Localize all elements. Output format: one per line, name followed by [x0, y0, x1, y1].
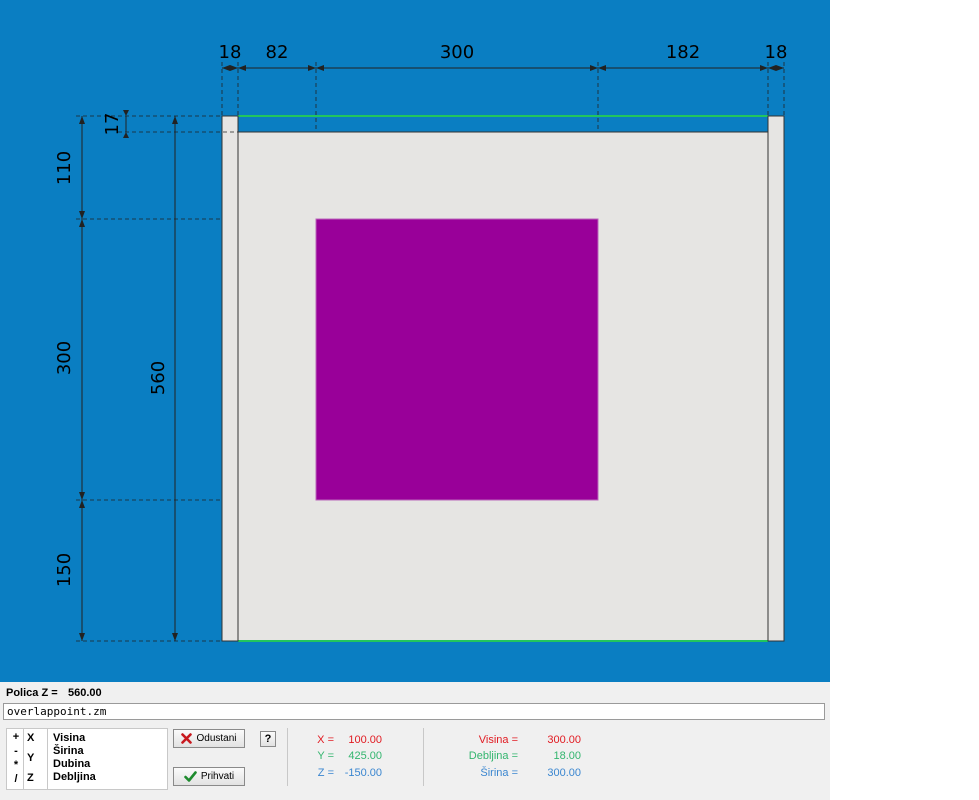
checkmark-icon: [184, 771, 197, 782]
coord-z-label: Z =: [317, 767, 334, 779]
dim-top-left-side: 18: [219, 42, 242, 63]
dim-left-lower-gap: 150: [54, 553, 75, 587]
separator: [287, 728, 288, 786]
bottom-panel: Polica Z = 560.00 + - * / X Y Z Visina Š…: [0, 682, 830, 800]
prop-dubina[interactable]: Dubina: [53, 758, 90, 770]
command-input[interactable]: [3, 703, 825, 720]
op-plus[interactable]: +: [12, 731, 20, 743]
op-multiply[interactable]: *: [12, 759, 20, 771]
separator: [423, 728, 424, 786]
debljina-label: Debljina =: [468, 750, 518, 762]
visina-label: Visina =: [478, 734, 518, 746]
dim-left-upper-gap: 110: [54, 151, 75, 185]
close-icon: [181, 733, 193, 744]
left-side-panel[interactable]: [221, 115, 239, 642]
cancel-button[interactable]: Odustani: [173, 729, 245, 748]
dim-left-shelf-height: 300: [54, 341, 75, 375]
right-side-panel[interactable]: [767, 115, 785, 642]
cabinet-drawing[interactable]: 18 82 300 182 18 17 110 300 150 560: [0, 0, 830, 682]
axis-y[interactable]: Y: [27, 752, 34, 764]
help-button[interactable]: ?: [260, 731, 276, 747]
coord-x-label: X =: [317, 734, 334, 746]
prop-visina[interactable]: Visina: [53, 732, 85, 744]
dim-top-left-gap: 82: [266, 42, 289, 63]
dim-total-height: 560: [148, 361, 169, 395]
operator-divider: [23, 729, 24, 789]
accept-button[interactable]: Prihvati: [173, 767, 245, 786]
op-divide[interactable]: /: [12, 773, 20, 785]
operator-table: + - * / X Y Z Visina Širina Dubina Deblj…: [6, 728, 168, 790]
dim-left-top-board: 17: [102, 113, 123, 136]
dim-top-shelf-width: 300: [440, 42, 474, 63]
cancel-button-label: Odustani: [196, 733, 237, 744]
dim-top-right-gap: 182: [666, 42, 700, 63]
sirina-value: 300.00: [547, 767, 581, 779]
axis-x[interactable]: X: [27, 732, 34, 744]
top-board[interactable]: [237, 115, 769, 133]
sirina-label: Širina =: [480, 767, 518, 779]
op-minus[interactable]: -: [12, 745, 20, 757]
status-value: 560.00: [68, 687, 102, 699]
status-label: Polica Z =: [6, 687, 58, 699]
drawing-canvas[interactable]: 18 82 300 182 18 17 110 300 150 560: [0, 0, 830, 682]
coord-z-value: -150.00: [344, 767, 382, 779]
coord-y-label: Y =: [317, 750, 334, 762]
coord-y-value: 425.00: [348, 750, 382, 762]
prop-debljina[interactable]: Debljina: [53, 771, 96, 783]
dim-top-right-side: 18: [765, 42, 788, 63]
accept-button-label: Prihvati: [200, 771, 235, 782]
shelf-panel[interactable]: [315, 218, 599, 501]
prop-sirina[interactable]: Širina: [53, 745, 84, 757]
visina-value: 300.00: [547, 734, 581, 746]
axis-z[interactable]: Z: [27, 772, 34, 784]
coord-x-value: 100.00: [348, 734, 382, 746]
operator-divider: [47, 729, 48, 789]
debljina-value: 18.00: [553, 750, 581, 762]
